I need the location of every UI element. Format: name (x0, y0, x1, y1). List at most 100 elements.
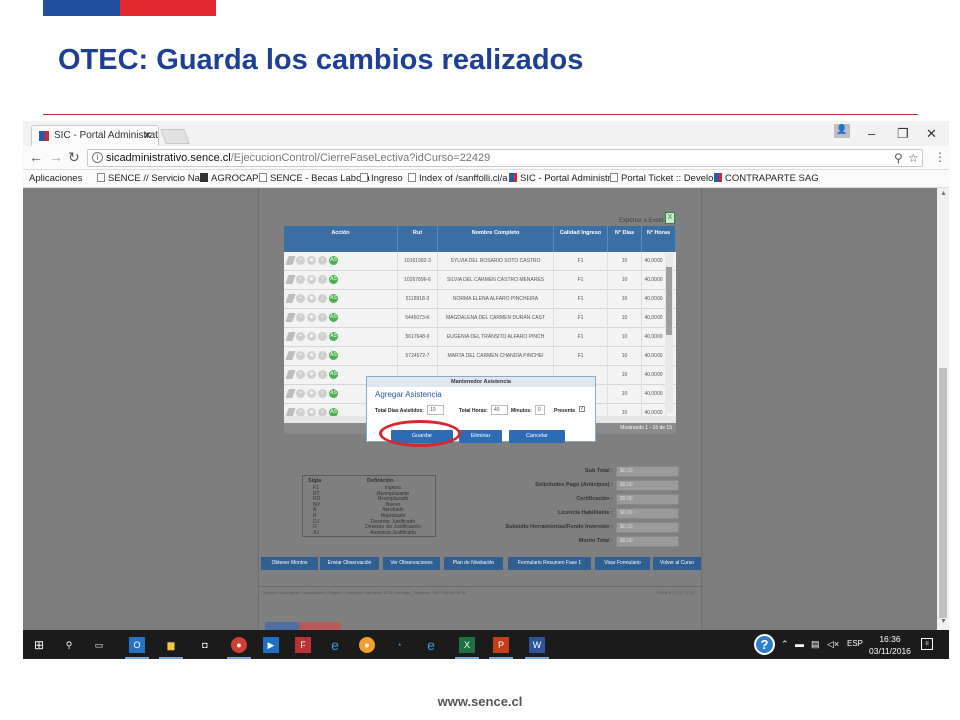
edit-icon[interactable] (285, 370, 296, 379)
info-circle-icon[interactable]: i (318, 370, 327, 379)
store-icon[interactable]: ◘ (197, 637, 213, 653)
browser-tab[interactable]: SIC - Portal Administrati ✕ (31, 125, 159, 146)
col-dias[interactable]: N° Días (608, 226, 642, 252)
language-indicator[interactable]: ESP (847, 639, 863, 648)
table-row[interactable]: 5118918-3 NORMA ELENA ALFARO PINCHEIRA F1 1… (284, 290, 676, 309)
info-circle-icon[interactable]: i (318, 256, 327, 265)
close-tab-icon[interactable]: ✕ (143, 129, 152, 142)
info-circle-icon[interactable]: i (318, 389, 327, 398)
bookmark-sic[interactable]: SIC - Portal Administr (509, 173, 611, 184)
add-icon[interactable]: + (296, 351, 305, 360)
notifications-icon[interactable]: ≡ (921, 638, 933, 650)
bookmark-star-icon[interactable]: ☆ (908, 151, 919, 165)
view-icon[interactable]: ◉ (307, 370, 316, 379)
windows-start-icon[interactable]: ⊞ (31, 637, 47, 653)
view-icon[interactable]: ◉ (307, 351, 316, 360)
chrome-icon[interactable]: ● (231, 637, 247, 653)
bottom-button-2[interactable]: Ver Observaciones (383, 557, 440, 570)
info-circle-icon[interactable]: i (318, 313, 327, 322)
task-view-icon[interactable]: ▭ (91, 637, 107, 653)
info-circle-icon[interactable]: i (318, 332, 327, 341)
asistencia-badge-icon[interactable]: AS (329, 294, 338, 303)
col-calidad[interactable]: Calidad Ingreso (554, 226, 608, 252)
excel-icon[interactable]: X (665, 212, 675, 224)
word-icon[interactable]: W (529, 637, 545, 653)
table-row[interactable]: 5445073-K MAGDALENA DEL CARMEN DURÁN CAST… (284, 309, 676, 328)
new-tab-button[interactable] (160, 129, 190, 144)
asistencia-badge-icon[interactable]: AS (329, 351, 338, 360)
asistencia-badge-icon[interactable]: AS (329, 313, 338, 322)
add-icon[interactable]: + (296, 389, 305, 398)
table-row[interactable]: 5617648-9 EUGENIA DEL TRÁNSITO ALFARO PIN… (284, 328, 676, 347)
add-icon[interactable]: + (296, 370, 305, 379)
scroll-down-icon[interactable]: ▼ (940, 618, 947, 625)
table-row[interactable]: 5724572-7 MARTA DEL CARMEN CHANDÍA PINCHE… (284, 347, 676, 366)
scroll-up-icon[interactable]: ▲ (940, 190, 947, 197)
asistencia-badge-icon[interactable]: AS (329, 370, 338, 379)
profile-icon[interactable]: 👤 (834, 124, 850, 138)
info-circle-icon[interactable]: i (318, 275, 327, 284)
col-nombre[interactable]: Nombre Completo (438, 226, 554, 252)
bookmark-contraparte[interactable]: CONTRAPARTE SAG (714, 173, 819, 184)
edit-icon[interactable] (285, 332, 296, 341)
bookmark-sence-becas[interactable]: SENCE - Becas Labora (259, 173, 370, 184)
grid-scroll-thumb[interactable] (666, 267, 672, 335)
info-circle-icon[interactable]: i (318, 351, 327, 360)
media-icon[interactable]: ▶ (263, 637, 279, 653)
tray-app-icon[interactable]: ▬ (795, 639, 804, 649)
close-window-icon[interactable]: ✕ (926, 126, 937, 142)
add-icon[interactable]: + (296, 313, 305, 322)
col-rut[interactable]: Rut (398, 226, 438, 252)
menu-icon[interactable]: ⋮ (934, 150, 946, 164)
bookmark-sence-servicio[interactable]: SENCE // Servicio Nac (97, 173, 205, 184)
asistencia-badge-icon[interactable]: AS (329, 389, 338, 398)
bottom-button-5[interactable]: Visar Formulario (595, 557, 650, 570)
view-icon[interactable]: ◉ (307, 313, 316, 322)
back-icon[interactable]: ← (29, 149, 43, 165)
edit-icon[interactable] (285, 313, 296, 322)
bookmark-index[interactable]: Index of /sanffolli.cl/a (408, 173, 508, 184)
info-icon[interactable]: i (92, 152, 103, 163)
edge-icon[interactable]: e (423, 637, 439, 653)
grid-scrollbar[interactable] (665, 253, 673, 413)
zoom-icon[interactable]: ⚲ (894, 151, 903, 165)
edit-icon[interactable] (285, 294, 296, 303)
table-row[interactable]: 10161992-3 SYLVIA DEL ROSARIO SOTO CASTRO… (284, 252, 676, 271)
col-accion[interactable]: Acción (284, 226, 398, 252)
help-icon[interactable]: ? (754, 634, 775, 655)
view-icon[interactable]: ◉ (307, 332, 316, 341)
cloud-sync-icon[interactable]: ◔ (391, 637, 407, 653)
page-scrollbar[interactable]: ▲ ▼ (937, 188, 949, 630)
add-icon[interactable]: + (296, 256, 305, 265)
info-circle-icon[interactable]: i (318, 294, 327, 303)
export-excel-link[interactable]: Exportar a Excel (619, 218, 663, 224)
outlook-icon[interactable]: O (129, 637, 145, 653)
minimize-icon[interactable]: – (868, 126, 875, 141)
reload-icon[interactable]: ↻ (68, 149, 80, 166)
filezilla-icon[interactable]: F (295, 637, 311, 653)
view-icon[interactable]: ◉ (307, 294, 316, 303)
edit-icon[interactable] (285, 351, 296, 360)
view-icon[interactable]: ◉ (307, 389, 316, 398)
edit-icon[interactable] (285, 389, 296, 398)
add-icon[interactable]: + (296, 332, 305, 341)
network-icon[interactable]: ▤ (811, 639, 820, 650)
chrome-canary-icon[interactable]: ● (359, 637, 375, 653)
edit-icon[interactable] (285, 275, 296, 284)
excel-app-icon[interactable]: X (459, 637, 475, 653)
bookmark-agrocap[interactable]: AGROCAP (200, 173, 259, 184)
view-icon[interactable]: ◉ (307, 275, 316, 284)
edit-icon[interactable] (285, 256, 296, 265)
table-row[interactable]: 10267896-6 SILVIA DEL CARMEN CASTRO MENAR… (284, 271, 676, 290)
page-scroll-thumb[interactable] (939, 368, 947, 618)
bottom-button-4[interactable]: Formulario Resumen Fase 1 (508, 557, 591, 570)
asistencia-badge-icon[interactable]: AS (329, 256, 338, 265)
address-bar[interactable]: i sicadministrativo.sence.cl/EjecucionCo… (87, 149, 923, 167)
col-horas[interactable]: N° Horas (642, 226, 676, 252)
total-dias-input[interactable]: 10 (427, 405, 444, 415)
bookmark-ingreso[interactable]: Ingreso (360, 173, 403, 184)
add-icon[interactable]: + (296, 275, 305, 284)
view-icon[interactable]: ◉ (307, 256, 316, 265)
bottom-button-6[interactable]: Volver al Curso (653, 557, 701, 570)
presente-checkbox[interactable]: ✓ (579, 406, 585, 412)
